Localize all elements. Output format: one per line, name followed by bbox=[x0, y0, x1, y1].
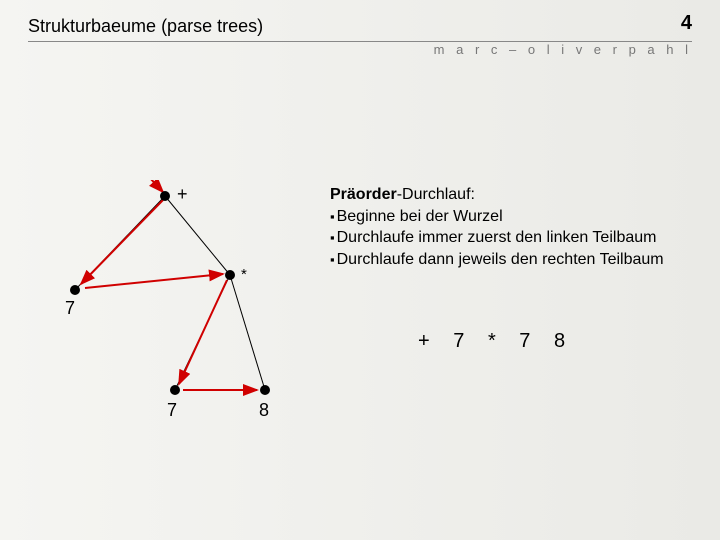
result-token-5: 8 bbox=[554, 330, 567, 352]
node-right-left-label: 7 bbox=[167, 400, 177, 421]
result-token-2: 7 bbox=[453, 330, 466, 352]
node-right-right-label: 8 bbox=[259, 400, 269, 421]
heading-bold: Präorder bbox=[330, 186, 397, 203]
page-number: 4 bbox=[681, 12, 692, 35]
explanation-heading: Präorder-Durchlauf: bbox=[330, 184, 700, 206]
node-right-label: * bbox=[241, 266, 247, 283]
author-name: m a r c – o l i v e r p a h l bbox=[434, 42, 692, 57]
heading-rest: -Durchlauf: bbox=[397, 186, 475, 203]
result-token-3: * bbox=[488, 330, 498, 352]
header: Strukturbaeume (parse trees) 4 bbox=[28, 16, 692, 42]
parse-tree-diagram: + 7 * 7 8 bbox=[55, 180, 295, 440]
traversal-result: + 7 * 7 8 bbox=[418, 330, 581, 353]
node-root-label: + bbox=[177, 184, 188, 205]
explanation-block: Präorder-Durchlauf: Beginne bei der Wurz… bbox=[330, 184, 700, 270]
bullet-3: Durchlaufe dann jeweils den rechten Teil… bbox=[330, 249, 700, 271]
node-left-label: 7 bbox=[65, 298, 75, 319]
result-token-4: 7 bbox=[519, 330, 532, 352]
bullet-1: Beginne bei der Wurzel bbox=[330, 206, 700, 228]
bullet-2: Durchlaufe immer zuerst den linken Teilb… bbox=[330, 227, 700, 249]
result-token-1: + bbox=[418, 330, 432, 352]
page-title: Strukturbaeume (parse trees) bbox=[28, 16, 263, 36]
